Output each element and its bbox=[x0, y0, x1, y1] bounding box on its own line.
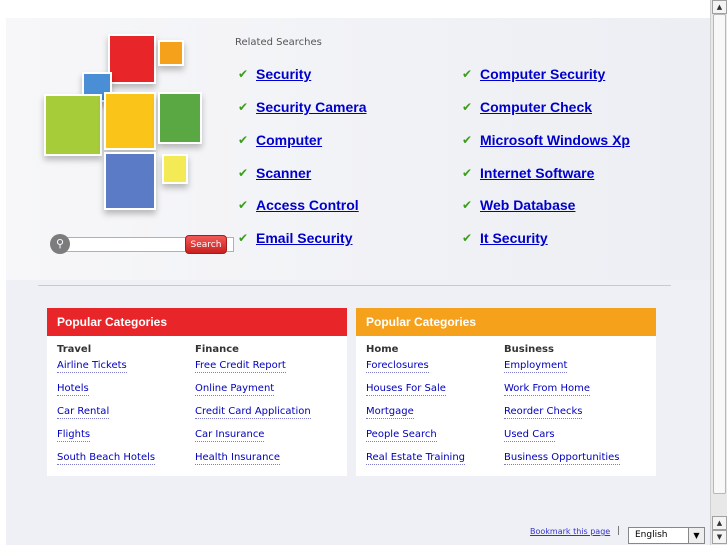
related-item[interactable]: ✔ Computer Check bbox=[462, 99, 592, 115]
related-link[interactable]: Microsoft Windows Xp bbox=[480, 132, 630, 148]
category-link[interactable]: Mortgage bbox=[366, 405, 414, 419]
category-column: Travel Airline Tickets Hotels Car Rental… bbox=[57, 344, 156, 474]
category-link[interactable]: Real Estate Training bbox=[366, 451, 466, 465]
page: ⚲ Search Related Searches ✔ Security ✔ Sec… bbox=[0, 0, 710, 545]
logo-tile-yellow-small bbox=[162, 154, 188, 184]
category-link[interactable]: Used Cars bbox=[504, 428, 555, 442]
related-item[interactable]: ✔ Security bbox=[238, 66, 311, 82]
logo-tile-green-left bbox=[44, 94, 102, 156]
category-link[interactable]: Car Insurance bbox=[195, 428, 265, 442]
scroll-down-button[interactable]: ▼ bbox=[712, 530, 727, 544]
vertical-scrollbar[interactable]: ▲ ▲ ▼ bbox=[710, 0, 727, 545]
related-link[interactable]: Computer Check bbox=[480, 99, 592, 115]
category-link[interactable]: Foreclosures bbox=[366, 359, 429, 373]
related-item[interactable]: ✔ Web Database bbox=[462, 197, 575, 213]
category-link[interactable]: People Search bbox=[366, 428, 437, 442]
related-link[interactable]: Web Database bbox=[480, 197, 575, 213]
search-button[interactable]: Search bbox=[185, 235, 227, 254]
language-select[interactable]: English ▼ bbox=[628, 527, 705, 544]
checkmark-icon: ✔ bbox=[462, 166, 473, 180]
search-bar: ⚲ Search bbox=[50, 234, 234, 254]
scroll-up-button[interactable]: ▲ bbox=[712, 0, 727, 14]
logo-tile-orange bbox=[158, 40, 184, 66]
category-link[interactable]: Employment bbox=[504, 359, 568, 373]
related-item[interactable]: ✔ Security Camera bbox=[238, 99, 367, 115]
checkmark-icon: ✔ bbox=[238, 100, 249, 114]
related-link[interactable]: Scanner bbox=[256, 165, 311, 181]
category-heading: Finance bbox=[195, 344, 239, 355]
checkmark-icon: ✔ bbox=[238, 198, 249, 212]
category-column: Business Employment Work From Home Reord… bbox=[504, 344, 620, 474]
category-link[interactable]: Health Insurance bbox=[195, 451, 281, 465]
logo-tile-blue-large bbox=[104, 152, 156, 210]
related-link[interactable]: Access Control bbox=[256, 197, 359, 213]
checkmark-icon: ✔ bbox=[462, 231, 473, 245]
category-column: Finance Free Credit Report Online Paymen… bbox=[195, 344, 311, 474]
category-link[interactable]: Work From Home bbox=[504, 382, 590, 396]
chevron-down-icon[interactable]: ▼ bbox=[688, 528, 704, 543]
related-item[interactable]: ✔ Computer Security bbox=[462, 66, 605, 82]
logo-tile-yellow bbox=[104, 92, 156, 150]
related-link[interactable]: Email Security bbox=[256, 230, 353, 246]
related-item[interactable]: ✔ Microsoft Windows Xp bbox=[462, 132, 630, 148]
category-link[interactable]: Houses For Sale bbox=[366, 382, 446, 396]
category-link[interactable]: Business Opportunities bbox=[504, 451, 620, 465]
category-link[interactable]: Car Rental bbox=[57, 405, 110, 419]
divider bbox=[38, 285, 671, 286]
checkmark-icon: ✔ bbox=[462, 67, 473, 81]
related-link[interactable]: Security Camera bbox=[256, 99, 367, 115]
checkmark-icon: ✔ bbox=[238, 166, 249, 180]
checkmark-icon: ✔ bbox=[238, 133, 249, 147]
category-heading: Home bbox=[366, 344, 399, 355]
related-item[interactable]: ✔ Access Control bbox=[238, 197, 359, 213]
related-link[interactable]: Computer Security bbox=[480, 66, 605, 82]
popular-categories-panel: Popular Categories Travel Airline Ticket… bbox=[47, 308, 347, 476]
category-link[interactable]: Hotels bbox=[57, 382, 89, 396]
category-link[interactable]: Online Payment bbox=[195, 382, 275, 396]
checkmark-icon: ✔ bbox=[462, 100, 473, 114]
logo-tile-red bbox=[108, 34, 156, 84]
category-link[interactable]: South Beach Hotels bbox=[57, 451, 156, 465]
checkmark-icon: ✔ bbox=[238, 67, 249, 81]
category-link[interactable]: Airline Tickets bbox=[57, 359, 127, 373]
checkmark-icon: ✔ bbox=[238, 231, 249, 245]
category-heading: Travel bbox=[57, 344, 92, 355]
related-item[interactable]: ✔ Email Security bbox=[238, 230, 353, 246]
category-column: Home Foreclosures Houses For Sale Mortga… bbox=[366, 344, 466, 474]
panel-title: Popular Categories bbox=[356, 308, 656, 336]
category-link[interactable]: Free Credit Report bbox=[195, 359, 286, 373]
category-heading: Business bbox=[504, 344, 554, 355]
category-link[interactable]: Flights bbox=[57, 428, 91, 442]
scrollbar-thumb[interactable] bbox=[713, 14, 726, 494]
related-item[interactable]: ✔ Internet Software bbox=[462, 165, 594, 181]
scroll-up-button[interactable]: ▲ bbox=[712, 516, 727, 530]
panel-title: Popular Categories bbox=[47, 308, 347, 336]
related-link[interactable]: It Security bbox=[480, 230, 548, 246]
language-value: English bbox=[635, 530, 668, 540]
checkmark-icon: ✔ bbox=[462, 198, 473, 212]
related-link[interactable]: Computer bbox=[256, 132, 322, 148]
top-bar bbox=[0, 0, 710, 18]
related-item[interactable]: ✔ Computer bbox=[238, 132, 322, 148]
bookmark-link[interactable]: Bookmark this page bbox=[530, 527, 610, 536]
popular-categories-panel: Popular Categories Home Foreclosures Hou… bbox=[356, 308, 656, 476]
magnifier-icon: ⚲ bbox=[50, 234, 70, 254]
related-link[interactable]: Security bbox=[256, 66, 311, 82]
category-link[interactable]: Credit Card Application bbox=[195, 405, 311, 419]
related-item[interactable]: ✔ It Security bbox=[462, 230, 548, 246]
related-searches-title: Related Searches bbox=[235, 37, 322, 48]
logo-tile-green-right bbox=[158, 92, 202, 144]
footer-separator: | bbox=[617, 526, 621, 536]
related-link[interactable]: Internet Software bbox=[480, 165, 594, 181]
category-link[interactable]: Reorder Checks bbox=[504, 405, 583, 419]
logo bbox=[40, 30, 210, 220]
checkmark-icon: ✔ bbox=[462, 133, 473, 147]
related-item[interactable]: ✔ Scanner bbox=[238, 165, 311, 181]
